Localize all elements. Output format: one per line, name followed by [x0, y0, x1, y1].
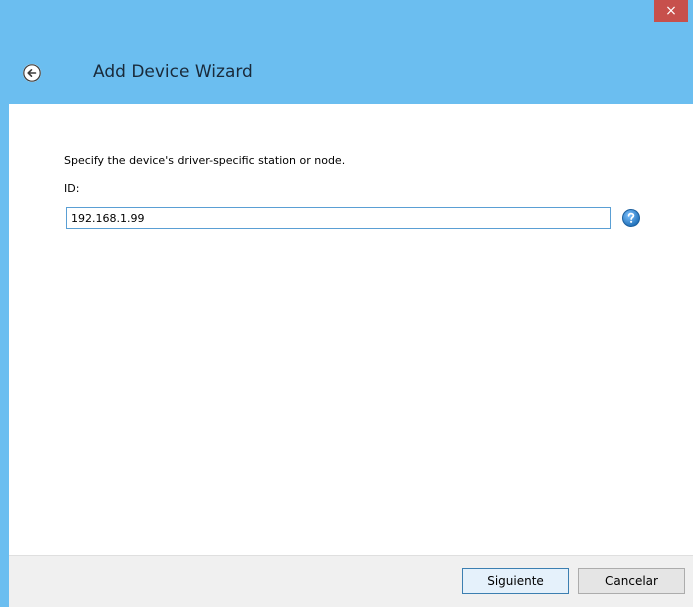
instruction-text: Specify the device's driver-specific sta…: [64, 154, 346, 167]
back-button[interactable]: [23, 64, 41, 82]
wizard-footer: Siguiente Cancelar: [9, 555, 693, 607]
help-button[interactable]: [621, 208, 641, 228]
wizard-content: Specify the device's driver-specific sta…: [9, 104, 693, 555]
id-label: ID:: [64, 182, 80, 195]
close-button[interactable]: ×: [654, 0, 688, 22]
help-icon: [622, 209, 640, 227]
wizard-window: × Add Device Wizard Specify the device's…: [0, 0, 693, 607]
back-arrow-icon: [23, 64, 41, 82]
next-button[interactable]: Siguiente: [462, 568, 569, 594]
title-bar: × Add Device Wizard: [0, 0, 693, 104]
id-input[interactable]: [66, 207, 611, 229]
cancel-button[interactable]: Cancelar: [578, 568, 685, 594]
close-icon: ×: [665, 3, 677, 19]
wizard-title: Add Device Wizard: [93, 62, 253, 82]
